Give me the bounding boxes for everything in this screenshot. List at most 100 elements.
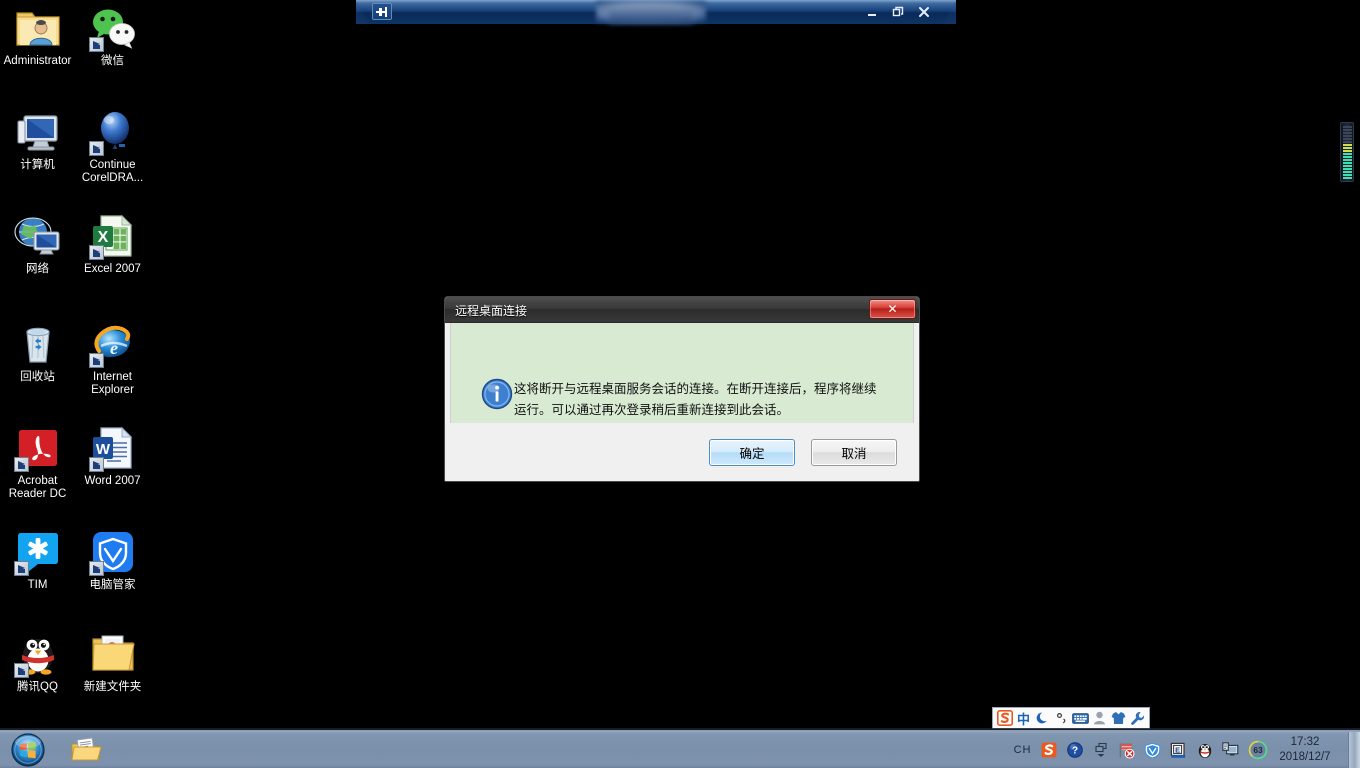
info-icon — [481, 378, 513, 410]
desktop-icon-word2007[interactable]: W Word 2007 — [75, 424, 150, 488]
svg-text:e: e — [110, 338, 118, 358]
keyboard-icon[interactable] — [1072, 709, 1089, 727]
desktop-icon-tencentqq[interactable]: 腾讯QQ — [0, 630, 75, 694]
shield-icon[interactable] — [1144, 742, 1161, 759]
chevron-up-icon[interactable] — [1092, 742, 1109, 759]
desktop-icon-label: Administrator — [3, 55, 72, 67]
system-tray: CH ? E 63 — [1014, 731, 1268, 768]
gadget-segment — [1342, 138, 1352, 140]
rdp-connection-bar — [356, 0, 956, 24]
shortcut-arrow-icon — [88, 353, 104, 368]
moon-icon[interactable] — [1034, 709, 1051, 727]
gadget-segment — [1342, 177, 1352, 179]
pushpin-icon[interactable] — [372, 3, 392, 20]
gadget-segment — [1342, 171, 1352, 173]
chinese-mode-icon[interactable]: 中 — [1015, 709, 1032, 727]
shortcut-arrow-icon — [88, 457, 104, 472]
dialog-body: 这将断开与远程桌面服务会话的连接。在断开连接后，程序将继续运行。可以通过再次登录… — [450, 323, 914, 438]
network-icon — [13, 212, 62, 260]
desktop-icon-computer[interactable]: 计算机 — [0, 108, 75, 172]
user-folder-icon — [14, 4, 62, 52]
desktop-icon-pcmanager[interactable]: 电脑管家 — [75, 528, 150, 592]
excel-icon: X — [88, 212, 137, 260]
person-icon[interactable] — [1091, 709, 1108, 727]
desktop-icon-administrator[interactable]: Administrator — [0, 4, 75, 68]
taskbar-clock[interactable]: 17:32 2018/12/7 — [1272, 735, 1338, 765]
start-button[interactable] — [4, 733, 52, 767]
dictionary-icon[interactable]: E — [1170, 742, 1187, 759]
desktop-icon-label: TIM — [27, 579, 48, 591]
word-icon: W — [88, 424, 137, 472]
shortcut-arrow-icon — [13, 561, 29, 576]
desktop-icon-coreldraw[interactable]: Continue CorelDRA... — [75, 108, 150, 185]
rdp-restore-button[interactable] — [892, 6, 904, 18]
led-meter-gadget[interactable] — [1340, 122, 1354, 182]
gadget-segment — [1342, 156, 1352, 158]
svg-text:E: E — [1175, 745, 1180, 754]
show-desktop-button[interactable] — [1348, 732, 1360, 768]
recycle-bin-icon — [14, 320, 62, 368]
flag-alert-icon[interactable] — [1118, 742, 1135, 759]
dialog-title: 远程桌面连接 — [455, 304, 528, 318]
ch-text-icon[interactable]: CH — [1014, 742, 1031, 759]
sogou-s-icon[interactable] — [1040, 742, 1057, 759]
acrobat-reader-icon — [13, 424, 62, 472]
svg-text:W: W — [95, 441, 110, 458]
gadget-segment — [1342, 135, 1352, 137]
qq-penguin-icon[interactable] — [1196, 742, 1213, 759]
gadget-segment — [1342, 168, 1352, 170]
remote-desktop-icon[interactable] — [1222, 742, 1239, 759]
svg-text:?: ? — [1071, 746, 1077, 757]
rdp-minimize-button[interactable] — [866, 6, 878, 18]
desktop-icon-label: 腾讯QQ — [17, 681, 58, 693]
gadget-segment — [1342, 126, 1352, 128]
tencent-pc-manager-icon — [88, 528, 137, 576]
desktop-icon-network[interactable]: 网络 — [0, 212, 75, 276]
desktop-icon-label: Internet Explorer — [91, 371, 134, 396]
desktop-icon-wechat[interactable]: 微信 — [75, 4, 150, 68]
cancel-button[interactable]: 取消 — [811, 438, 897, 466]
gadget-segment — [1342, 147, 1352, 149]
shortcut-arrow-icon — [88, 561, 104, 576]
clock-date: 2018/12/7 — [1279, 751, 1331, 763]
rdp-address-redacted-core — [608, 8, 694, 24]
clock-time: 17:32 — [1290, 736, 1320, 748]
wrench-icon[interactable] — [1129, 709, 1146, 727]
desktop-icon-newfolder[interactable]: 新建文件夹 — [75, 630, 150, 694]
desktop-icon-label: 电脑管家 — [89, 579, 136, 591]
dialog-message: 这将断开与远程桌面服务会话的连接。在断开连接后，程序将继续运行。可以通过再次登录… — [514, 382, 877, 417]
sogou-s-icon[interactable] — [996, 709, 1013, 727]
shortcut-arrow-icon — [13, 457, 29, 472]
shortcut-arrow-icon — [88, 37, 104, 52]
circular-gauge-icon[interactable]: 63 — [1248, 740, 1268, 760]
svg-text:X: X — [97, 229, 108, 246]
punctuation-icon[interactable] — [1053, 709, 1070, 727]
gadget-segment — [1342, 153, 1352, 155]
desktop-icon-label: 计算机 — [20, 159, 55, 171]
dialog-footer: 确定 取消 — [445, 423, 919, 481]
ok-button[interactable]: 确定 — [709, 438, 795, 466]
desktop-icon-recyclebin[interactable]: 回收站 — [0, 320, 75, 384]
desktop-icon-acrobat[interactable]: Acrobat Reader DC — [0, 424, 75, 501]
rdp-close-button[interactable] — [918, 6, 930, 18]
shortcut-arrow-icon — [88, 141, 104, 156]
taskbar: CH ? E 63 17:32 2018/12/7 — [0, 728, 1360, 768]
qq-penguin-icon — [13, 630, 62, 678]
shirt-icon[interactable] — [1110, 709, 1127, 727]
desktop-icon-label: 新建文件夹 — [83, 681, 142, 693]
dialog-title-bar[interactable]: 远程桌面连接 ✕ — [445, 297, 919, 323]
wechat-icon — [88, 4, 137, 52]
gadget-segment — [1342, 159, 1352, 161]
dialog-close-button[interactable]: ✕ — [869, 299, 916, 319]
taskbar-explorer-button[interactable] — [70, 736, 102, 766]
help-question-icon[interactable]: ? — [1066, 742, 1083, 759]
shortcut-arrow-icon — [88, 245, 104, 260]
gadget-segment — [1342, 162, 1352, 164]
sogou-language-bar: 中 — [992, 707, 1150, 729]
computer-icon — [14, 108, 62, 156]
gadget-segment — [1342, 174, 1352, 176]
desktop-icon-label: Word 2007 — [84, 475, 141, 487]
desktop-icon-tim[interactable]: TIM — [0, 528, 75, 592]
desktop-icon-excel2007[interactable]: X Excel 2007 — [75, 212, 150, 276]
desktop-icon-ie[interactable]: e Internet Explorer — [75, 320, 150, 397]
